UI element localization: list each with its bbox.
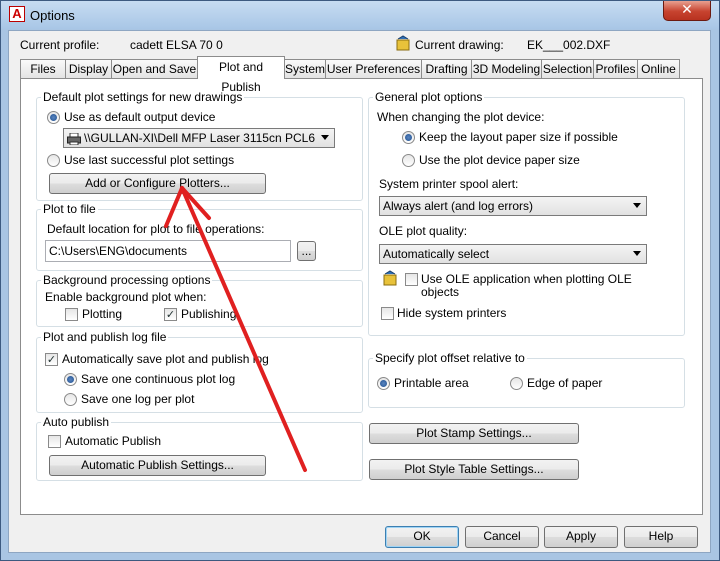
automatic-publish-checkbox[interactable] <box>48 435 61 448</box>
plot-offset-title: Specify plot offset relative to <box>373 351 527 365</box>
edge-of-paper-radio[interactable] <box>510 377 523 390</box>
printable-area-radio[interactable] <box>377 377 390 390</box>
general-plot-options-title: General plot options <box>373 90 485 104</box>
use-device-paper-radio[interactable] <box>402 154 415 167</box>
add-configure-plotters-button[interactable]: Add or Configure Plotters... <box>49 173 266 194</box>
plot-and-publish-panel: Default plot settings for new drawings U… <box>20 78 703 515</box>
log-per-plot-radio[interactable] <box>64 393 77 406</box>
default-plot-title: Default plot settings for new drawings <box>41 90 245 104</box>
drawing-icon <box>395 35 411 51</box>
use-last-settings-label: Use last successful plot settings <box>64 153 235 167</box>
default-plot-group: Default plot settings for new drawings U… <box>36 90 363 201</box>
auto-publish-group: Auto publish Automatic Publish Automatic… <box>36 415 363 481</box>
general-plot-options-group: General plot options When changing the p… <box>368 90 685 336</box>
spool-alert-combo[interactable]: Always alert (and log errors) <box>379 196 647 216</box>
current-drawing-value: EK___002.DXF <box>527 38 611 52</box>
edge-of-paper-label: Edge of paper <box>527 376 603 390</box>
help-button[interactable]: Help <box>624 526 698 548</box>
plot-style-table-settings-button[interactable]: Plot Style Table Settings... <box>369 459 579 480</box>
current-drawing-label: Current drawing: <box>415 38 504 52</box>
chevron-down-icon <box>633 203 641 208</box>
plot-log-title: Plot and publish log file <box>41 330 169 344</box>
tab-online[interactable]: Online <box>637 59 680 78</box>
tab-plot-and-publish[interactable]: Plot and Publish <box>197 56 285 94</box>
tab-selection[interactable]: Selection <box>541 59 594 78</box>
publishing-checkbox[interactable]: ✓ <box>164 308 177 321</box>
printer-icon <box>67 132 81 146</box>
plot-to-file-title: Plot to file <box>41 202 98 216</box>
background-processing-group: Background processing options Enable bac… <box>36 273 363 327</box>
when-changing-label: When changing the plot device: <box>377 110 545 124</box>
use-default-device-label: Use as default output device <box>64 110 216 124</box>
use-ole-application-label-line2: objects <box>421 285 460 299</box>
browse-button[interactable]: ... <box>297 241 316 261</box>
plotting-label: Plotting <box>82 307 123 321</box>
plot-offset-group: Specify plot offset relative to Printabl… <box>368 351 685 408</box>
plotting-checkbox[interactable] <box>65 308 78 321</box>
plot-file-path-input[interactable]: C:\Users\ENG\documents <box>45 240 291 262</box>
options-dialog: A Options ✕ Current profile: cadett ELSA… <box>0 0 720 561</box>
tab-user-preferences[interactable]: User Preferences <box>325 59 422 78</box>
tab-profiles[interactable]: Profiles <box>593 59 638 78</box>
printable-area-label: Printable area <box>394 376 469 390</box>
tab-3d-modeling[interactable]: 3D Modeling <box>471 59 542 78</box>
tab-open-and-save[interactable]: Open and Save <box>111 59 198 78</box>
auto-publish-title: Auto publish <box>41 415 112 429</box>
ole-application-icon <box>382 270 398 286</box>
window-title: Options <box>30 8 75 23</box>
continuous-log-label: Save one continuous plot log <box>81 372 236 386</box>
publishing-label: Publishing <box>181 307 237 321</box>
log-per-plot-label: Save one log per plot <box>81 392 195 406</box>
spool-alert-value: Always alert (and log errors) <box>383 199 534 213</box>
ole-quality-value: Automatically select <box>383 247 490 261</box>
auto-save-log-label: Automatically save plot and publish log <box>62 352 269 366</box>
tab-display[interactable]: Display <box>65 59 112 78</box>
auto-save-log-checkbox[interactable]: ✓ <box>45 353 58 366</box>
hide-system-printers-checkbox[interactable] <box>381 307 394 320</box>
plot-stamp-settings-button[interactable]: Plot Stamp Settings... <box>369 423 579 444</box>
cancel-button[interactable]: Cancel <box>465 526 539 548</box>
plot-to-file-group: Plot to file Default location for plot t… <box>36 202 363 271</box>
use-device-paper-label: Use the plot device paper size <box>419 153 580 167</box>
dialog-client: Current profile: cadett ELSA 70 0 Curren… <box>8 30 711 553</box>
use-default-device-radio[interactable] <box>47 111 60 124</box>
tab-system[interactable]: System <box>284 59 326 78</box>
automatic-publish-settings-button[interactable]: Automatic Publish Settings... <box>49 455 266 476</box>
use-ole-application-label: Use OLE application when plotting OLE <box>421 272 632 286</box>
chevron-down-icon <box>633 251 641 256</box>
plot-log-group: Plot and publish log file ✓ Automaticall… <box>36 330 363 413</box>
spool-alert-label: System printer spool alert: <box>379 177 519 191</box>
use-last-settings-radio[interactable] <box>47 154 60 167</box>
tab-drafting[interactable]: Drafting <box>421 59 472 78</box>
keep-layout-paper-label: Keep the layout paper size if possible <box>419 130 618 144</box>
enable-background-label: Enable background plot when: <box>45 290 207 304</box>
current-profile-label: Current profile: <box>20 38 100 52</box>
title-bar[interactable]: A Options ✕ <box>1 1 719 29</box>
current-profile-value: cadett ELSA 70 0 <box>130 38 223 52</box>
ole-quality-label: OLE plot quality: <box>379 224 468 238</box>
ole-quality-combo[interactable]: Automatically select <box>379 244 647 264</box>
background-processing-title: Background processing options <box>41 273 213 287</box>
automatic-publish-label: Automatic Publish <box>65 434 162 448</box>
keep-layout-paper-radio[interactable] <box>402 131 415 144</box>
hide-system-printers-label: Hide system printers <box>397 306 507 320</box>
autocad-icon: A <box>9 6 25 22</box>
close-button[interactable]: ✕ <box>663 1 711 21</box>
default-location-label: Default location for plot to file operat… <box>47 222 265 236</box>
output-device-combo[interactable]: \\GULLAN-XI\Dell MFP Laser 3115cn PCL6 <box>63 128 335 148</box>
tab-files[interactable]: Files <box>20 59 66 78</box>
continuous-log-radio[interactable] <box>64 373 77 386</box>
ok-button[interactable]: OK <box>385 526 459 548</box>
use-ole-application-checkbox[interactable] <box>405 273 418 286</box>
chevron-down-icon <box>321 135 329 140</box>
output-device-value: \\GULLAN-XI\Dell MFP Laser 3115cn PCL6 <box>84 131 315 145</box>
apply-button[interactable]: Apply <box>544 526 618 548</box>
